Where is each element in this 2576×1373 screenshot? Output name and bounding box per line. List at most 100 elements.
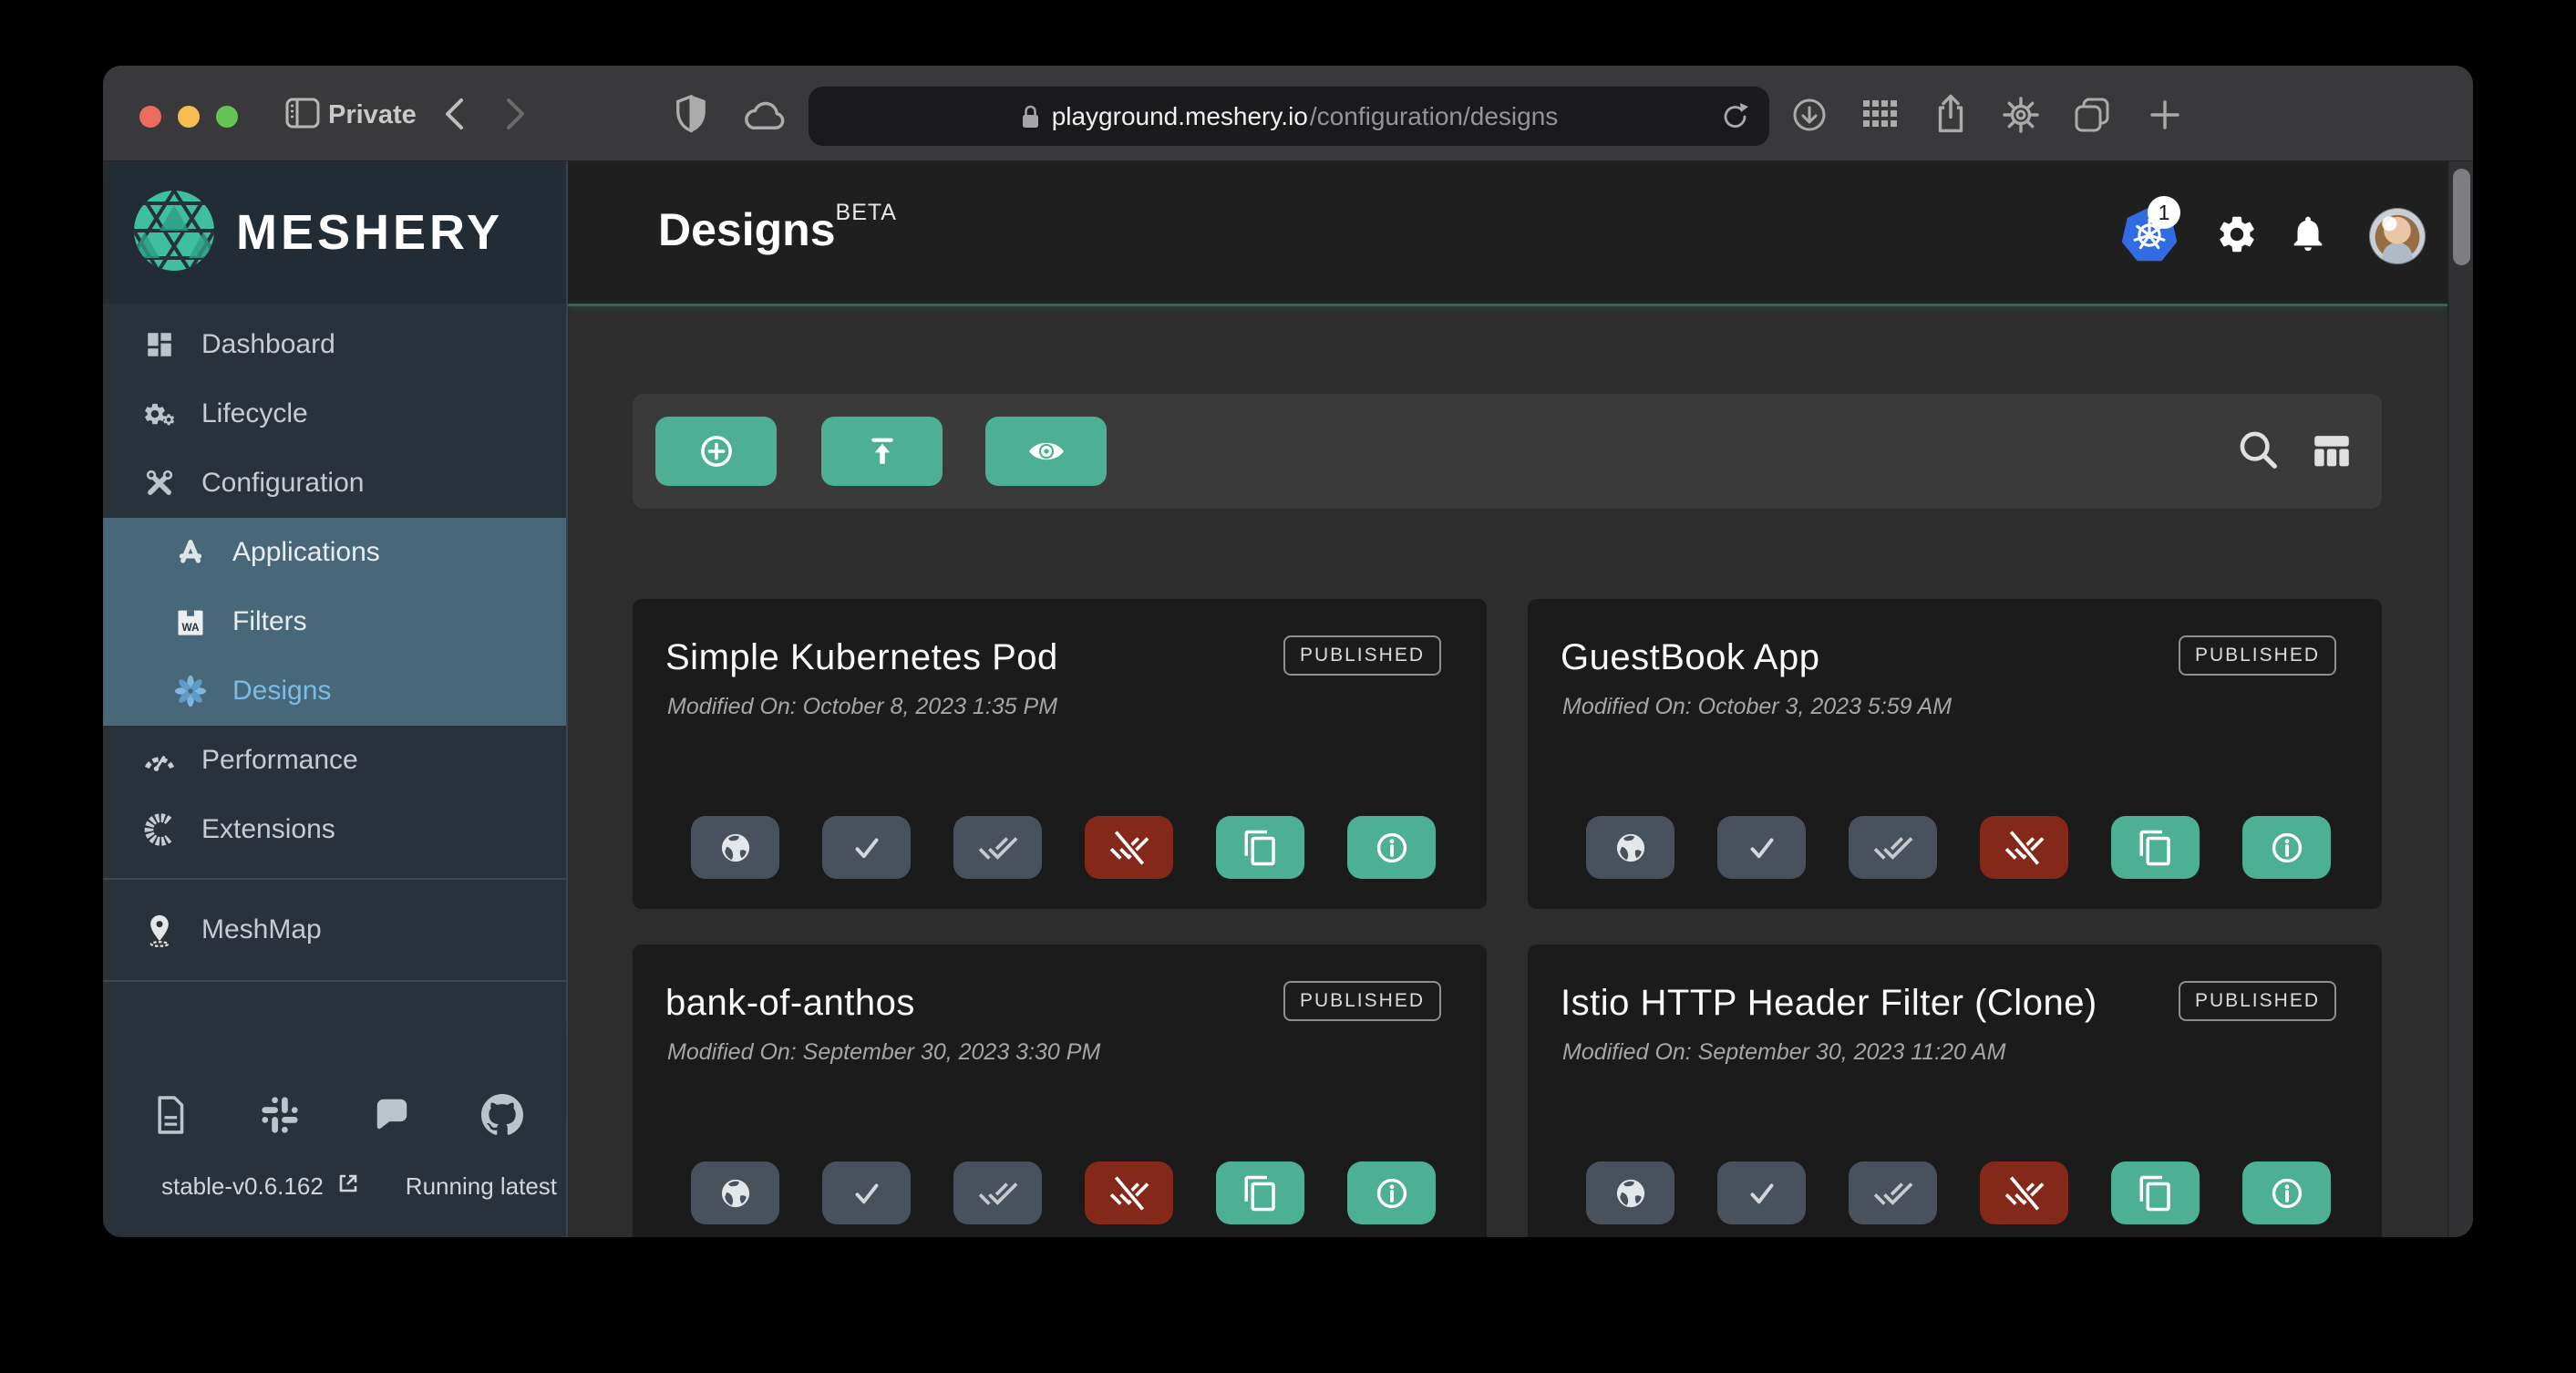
minimize-window-button[interactable]	[178, 106, 200, 128]
validate-check-button[interactable]	[1717, 1161, 1806, 1224]
design-card[interactable]: Istio HTTP Header Filter (Clone) PUBLISH…	[1528, 945, 2382, 1237]
sidebar-divider	[103, 878, 566, 880]
sidebar-item-dashboard[interactable]: Dashboard	[103, 310, 566, 379]
tab-overview-icon[interactable]	[2073, 96, 2111, 134]
sidebar-item-lifecycle[interactable]: Lifecycle	[103, 379, 566, 449]
undeploy-crossed-check-button[interactable]	[1085, 816, 1173, 879]
sidebar-item-configuration[interactable]: Configuration	[103, 449, 566, 518]
copy-icon	[1242, 1174, 1280, 1213]
upload-design-button[interactable]	[821, 417, 943, 486]
slack-icon[interactable]	[259, 1094, 301, 1141]
privacy-shield-icon[interactable]	[674, 93, 708, 135]
info-button[interactable]	[1347, 816, 1436, 879]
sidebar-item-meshmap[interactable]: MeshMap	[103, 895, 566, 965]
brand-header[interactable]: MESHERY	[103, 161, 566, 304]
icloud-tab-icon[interactable]	[741, 100, 788, 133]
undeploy-crossed-check-button[interactable]	[1980, 816, 2068, 879]
verify-double-check-button[interactable]	[953, 1161, 1042, 1224]
verify-double-check-button[interactable]	[1849, 816, 1937, 879]
forward-icon[interactable]	[504, 97, 528, 131]
preview-design-button[interactable]	[985, 417, 1107, 486]
check-icon	[848, 829, 886, 867]
card-actions	[1586, 1161, 2331, 1224]
design-title: bank-of-anthos	[665, 983, 915, 1024]
design-card[interactable]: GuestBook App PUBLISHED Modified On: Oct…	[1528, 599, 2382, 909]
table-view-icon[interactable]	[2308, 427, 2355, 479]
published-badge: PUBLISHED	[2179, 635, 2336, 676]
clone-copy-button[interactable]	[2111, 816, 2200, 879]
user-avatar[interactable]	[2369, 208, 2426, 264]
downloads-icon[interactable]	[1790, 96, 1829, 134]
design-card[interactable]: Simple Kubernetes Pod PUBLISHED Modified…	[633, 599, 1487, 909]
zoom-window-button[interactable]	[216, 106, 238, 128]
share-icon[interactable]	[1933, 93, 1968, 135]
card-actions	[691, 1161, 1436, 1224]
sidebar-item-designs[interactable]: Designs	[103, 656, 566, 726]
version-info: stable-v0.6.162 Running latest	[161, 1172, 557, 1202]
browser-window: Private playground.meshery.io/configurat…	[103, 66, 2473, 1237]
sidebar-item-applications[interactable]: Applications	[103, 518, 566, 587]
back-icon[interactable]	[442, 97, 466, 131]
url-path: /configuration/designs	[1310, 102, 1558, 131]
deploy-globe-button[interactable]	[691, 816, 779, 879]
scrollbar-track[interactable]	[2447, 161, 2473, 1237]
validate-check-button[interactable]	[1717, 816, 1806, 879]
clone-copy-button[interactable]	[1216, 1161, 1304, 1224]
verify-double-check-button[interactable]	[953, 816, 1042, 879]
version-label[interactable]: stable-v0.6.162	[161, 1172, 324, 1201]
search-icon[interactable]	[2235, 427, 2282, 479]
docs-icon[interactable]	[149, 1094, 190, 1141]
main-content: DesignsBETA 1	[568, 161, 2473, 1237]
sidebar-nav: Dashboard Lifecycle	[103, 304, 566, 982]
designs-pinwheel-icon	[172, 675, 209, 707]
sidebar-item-label: Configuration	[201, 468, 364, 499]
check-icon	[1743, 829, 1781, 867]
undeploy-crossed-check-button[interactable]	[1980, 1161, 2068, 1224]
info-icon	[1373, 1174, 1411, 1213]
undeploy-crossed-check-button[interactable]	[1085, 1161, 1173, 1224]
design-card[interactable]: bank-of-anthos PUBLISHED Modified On: Se…	[633, 945, 1487, 1237]
lock-icon	[1020, 103, 1041, 130]
chat-icon[interactable]	[371, 1094, 413, 1139]
modified-date: Modified On: September 30, 2023 3:30 PM	[667, 1039, 1100, 1066]
sidebar-item-filters[interactable]: WA Filters	[103, 587, 566, 656]
info-button[interactable]	[1347, 1161, 1436, 1224]
extensions-grid-icon[interactable]	[1861, 98, 1898, 129]
kubernetes-context-button[interactable]: 1	[2120, 207, 2179, 268]
sidebar: MESHERY Dashboard Lifecycle	[103, 161, 568, 1237]
new-tab-icon[interactable]	[2148, 98, 2182, 132]
address-bar[interactable]: playground.meshery.io/configuration/desi…	[809, 87, 1769, 146]
clone-copy-button[interactable]	[1216, 816, 1304, 879]
globe-icon	[716, 1174, 755, 1213]
header-divider	[568, 304, 2447, 306]
deploy-globe-button[interactable]	[1586, 816, 1674, 879]
sidebar-toggle-icon[interactable]	[285, 98, 320, 129]
clone-copy-button[interactable]	[2111, 1161, 2200, 1224]
create-design-button[interactable]	[655, 417, 777, 486]
validate-check-button[interactable]	[822, 816, 911, 879]
reload-icon[interactable]	[1720, 99, 1751, 134]
eye-icon	[1025, 433, 1067, 470]
validate-check-button[interactable]	[822, 1161, 911, 1224]
browser-settings-icon[interactable]	[2001, 95, 2041, 135]
close-window-button[interactable]	[139, 106, 161, 128]
deploy-globe-button[interactable]	[691, 1161, 779, 1224]
globe-icon	[1612, 1174, 1650, 1213]
verify-double-check-button[interactable]	[1849, 1161, 1937, 1224]
deploy-globe-button[interactable]	[1586, 1161, 1674, 1224]
info-button[interactable]	[2242, 816, 2331, 879]
notifications-bell-icon[interactable]	[2287, 212, 2329, 259]
meshmap-pin-icon	[141, 913, 178, 947]
scrollbar-thumb[interactable]	[2453, 169, 2470, 265]
sidebar-item-label: Lifecycle	[201, 398, 308, 429]
external-link-icon[interactable]	[336, 1172, 360, 1202]
sidebar-item-label: Applications	[232, 537, 380, 568]
card-actions	[691, 816, 1436, 879]
settings-icon[interactable]	[2215, 212, 2259, 261]
sidebar-item-extensions[interactable]: Extensions	[103, 795, 566, 864]
info-button[interactable]	[2242, 1161, 2331, 1224]
sidebar-item-performance[interactable]: Performance	[103, 726, 566, 795]
github-icon[interactable]	[481, 1094, 523, 1141]
modified-date: Modified On: September 30, 2023 11:20 AM	[1562, 1039, 2005, 1066]
double-check-icon	[978, 828, 1018, 868]
